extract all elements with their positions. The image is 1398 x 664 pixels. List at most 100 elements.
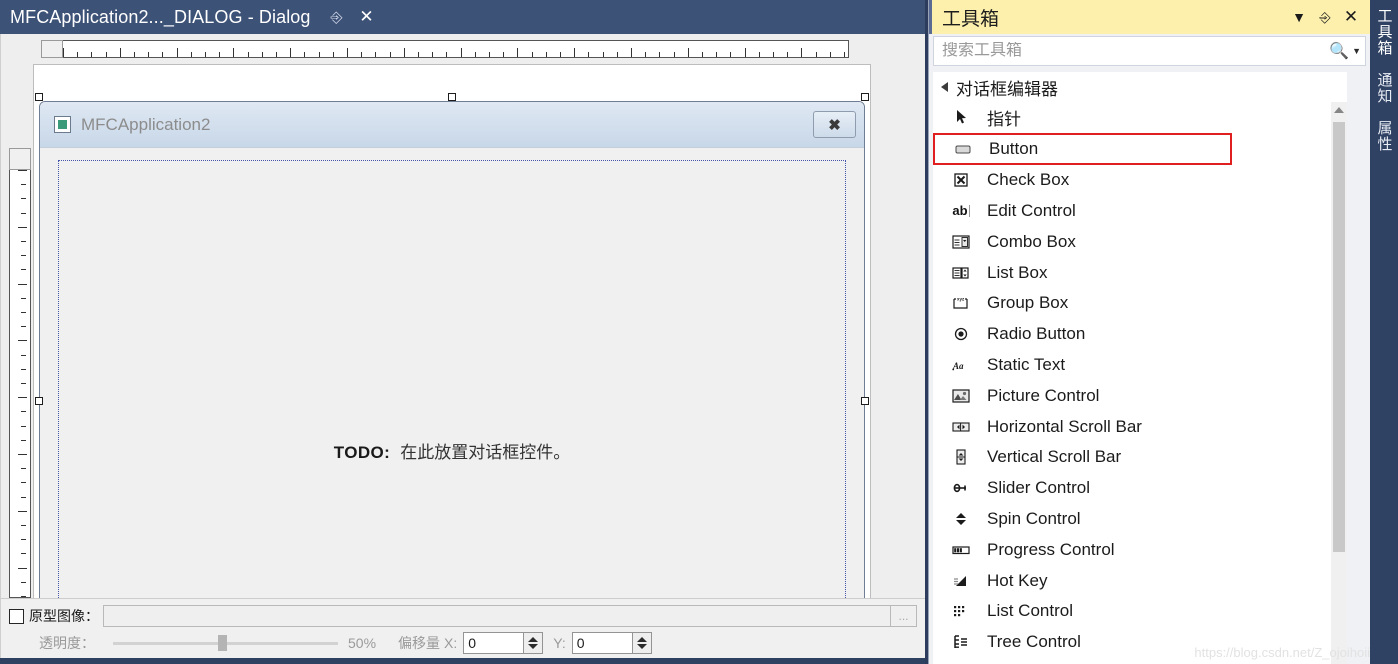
toolbox-item-button[interactable]: Button	[933, 132, 1232, 165]
toolbox-group-label: 对话框编辑器	[956, 79, 1058, 99]
tree-control-icon	[947, 631, 975, 653]
toolbox-item-spin-control[interactable]: Spin Control	[933, 504, 1347, 535]
ruler-tick	[318, 52, 320, 57]
ruler-tick	[63, 48, 64, 57]
toolbox-item-list-box[interactable]: List Box	[933, 257, 1347, 288]
offset-x-stepper[interactable]	[523, 632, 544, 654]
toolbox-item-list[interactable]: 对话框编辑器 指针 Button Check Box ab Edit Control Co…	[933, 72, 1347, 664]
pin-icon[interactable]: ⎆	[1312, 4, 1338, 30]
toolbox-item-horizontal-scroll-bar[interactable]: Horizontal Scroll Bar	[933, 411, 1347, 442]
scrollbar-thumb[interactable]	[1333, 122, 1345, 552]
ruler-tick	[91, 52, 93, 57]
ruler-tick	[18, 340, 27, 342]
ruler-tick	[531, 52, 533, 57]
toolbox-item-picture-control[interactable]: Picture Control	[933, 380, 1347, 411]
offset-y-input[interactable]: 0	[571, 632, 632, 654]
toolbox-item-radio-button[interactable]: Radio Button	[933, 319, 1347, 350]
slider-control-icon	[947, 477, 975, 499]
toolbox-item-label: Tree Control	[987, 632, 1081, 652]
chevron-down-icon[interactable]: ▼	[1286, 4, 1312, 30]
ruler-tick	[446, 52, 448, 57]
ruler-tick	[474, 52, 476, 57]
ruler-corner-left	[9, 148, 31, 170]
ruler-tick	[602, 52, 604, 57]
ruler-tick	[21, 425, 26, 427]
pin-icon[interactable]: ⎆	[325, 4, 349, 30]
toolbox-item-label: Slider Control	[987, 478, 1090, 498]
toolbox-item-combo-box[interactable]: Combo Box	[933, 226, 1347, 257]
ruler-tick	[21, 383, 26, 384]
search-input[interactable]	[942, 42, 1330, 60]
ruler-tick	[21, 312, 26, 313]
ruler-tick	[702, 52, 703, 57]
ruler-tick	[219, 52, 221, 57]
horizontal-ruler	[63, 40, 849, 58]
toolbox-item-tree-control[interactable]: Tree Control	[933, 627, 1347, 658]
toolbox-item-label: Combo Box	[987, 231, 1076, 251]
transparency-row: 透明度： 50% 偏移量 X: 0 Y: 0	[9, 631, 917, 655]
ruler-tick	[403, 48, 405, 57]
toolbox-item-label: 指针	[987, 109, 1021, 129]
ruler-tick	[560, 52, 561, 57]
browse-button[interactable]: ...	[891, 605, 917, 627]
ruler-tick	[21, 354, 26, 356]
toolbox-search-box[interactable]: 🔍 ▼	[933, 36, 1366, 66]
selection-handle[interactable]	[861, 397, 869, 405]
ruler-tick	[829, 52, 831, 57]
toolbox-scrollbar[interactable]	[1331, 102, 1347, 664]
hot-key-icon	[947, 570, 975, 592]
prototype-image-label: 原型图像：	[29, 608, 99, 624]
transparency-slider[interactable]	[113, 633, 338, 653]
toolbox-item-slider-control[interactable]: Slider Control	[933, 473, 1347, 504]
toolbox-item-progress-control[interactable]: Progress Control	[933, 534, 1347, 565]
toolbox-item-static-text[interactable]: Aa Static Text	[933, 350, 1347, 381]
document-window: MFCApplication2..._DIALOG - Dialog ⎆ ✕ M…	[0, 0, 925, 664]
vertical-tab-3[interactable]: 属性	[1370, 112, 1398, 160]
toolbox-group-dialog-editor[interactable]: 对话框编辑器	[933, 72, 1347, 102]
toolbox-item-edit-control[interactable]: ab Edit Control	[933, 196, 1347, 227]
ruler-tick	[205, 52, 206, 57]
vertical-tab-2[interactable]: 通知	[1370, 64, 1398, 112]
selection-handle[interactable]	[861, 93, 869, 101]
close-icon[interactable]: ✕	[1338, 4, 1364, 30]
vertical-tab-1[interactable]: 工具箱	[1370, 0, 1398, 64]
prototype-image-path-input[interactable]	[103, 605, 891, 627]
close-icon[interactable]: ✕	[355, 4, 379, 30]
ruler-tick	[21, 468, 26, 470]
offset-y-stepper[interactable]	[631, 632, 652, 654]
ruler-corner	[41, 40, 63, 58]
toolbox-item-list-control[interactable]: List Control	[933, 596, 1347, 627]
mfc-dialog-client-area[interactable]: TODO: 在此放置对话框控件。	[40, 148, 864, 598]
dialog-canvas[interactable]: MFCApplication2 ✖ TODO: 在此放置对话框控件。	[33, 64, 871, 598]
transparency-label: 透明度：	[39, 635, 95, 651]
ruler-tick	[545, 52, 547, 57]
scroll-up-arrow-icon[interactable]	[1331, 102, 1347, 118]
selection-handle[interactable]	[35, 93, 43, 101]
toolbox-item-group-box[interactable]: xyz Group Box	[933, 288, 1347, 319]
ruler-tick	[18, 397, 27, 399]
ruler-tick	[105, 52, 107, 57]
mfc-dialog-close-button[interactable]: ✖	[813, 111, 856, 138]
toolbox-item-label: Check Box	[987, 170, 1070, 190]
prototype-image-checkbox[interactable]	[9, 608, 24, 624]
toolbox-item-vertical-scroll-bar[interactable]: Vertical Scroll Bar	[933, 442, 1347, 473]
ruler-tick	[21, 198, 26, 200]
offset-x-input[interactable]: 0	[463, 632, 524, 654]
selection-handle[interactable]	[448, 93, 456, 101]
search-icon[interactable]: 🔍	[1329, 41, 1349, 61]
mfc-dialog-preview[interactable]: MFCApplication2 ✖ TODO: 在此放置对话框控件。	[39, 101, 865, 598]
ruler-tick	[21, 496, 26, 498]
selection-handle[interactable]	[35, 397, 43, 405]
ruler-tick	[18, 226, 27, 228]
ruler-tick	[460, 48, 462, 57]
static-text-icon: Aa	[947, 354, 975, 376]
toolbox-item-check-box[interactable]: Check Box	[933, 165, 1347, 196]
toolbox-item-hot-key[interactable]: Hot Key	[933, 565, 1347, 596]
document-tab[interactable]: MFCApplication2..._DIALOG - Dialog	[0, 0, 319, 34]
spin-control-icon	[947, 508, 975, 530]
toolbox-item-指针[interactable]: 指针	[933, 102, 1347, 133]
pointer-icon	[947, 106, 975, 128]
chevron-down-icon[interactable]: ▼	[1352, 46, 1361, 56]
ruler-tick	[361, 52, 363, 57]
slider-thumb[interactable]	[218, 635, 227, 651]
